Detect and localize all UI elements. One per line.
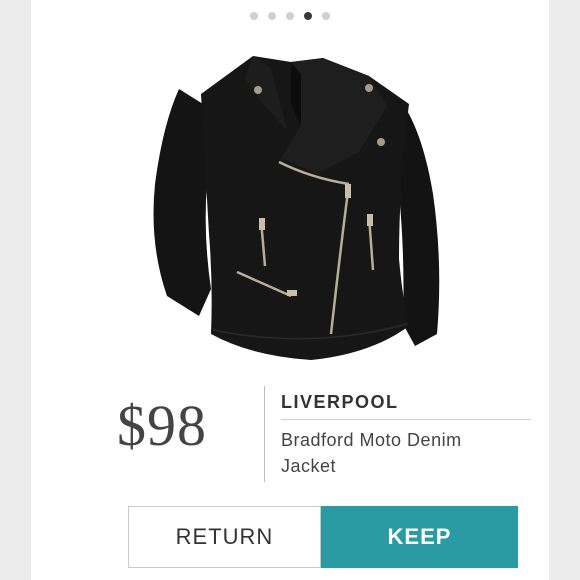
carousel-dot[interactable] xyxy=(268,12,276,20)
carousel-dot[interactable] xyxy=(322,12,330,20)
carousel-dot[interactable] xyxy=(286,12,294,20)
product-name: Bradford Moto Denim Jacket xyxy=(281,430,462,476)
divider-vertical xyxy=(264,386,265,482)
price: $98 xyxy=(117,393,207,458)
carousel-dots xyxy=(31,12,549,20)
carousel-dot[interactable] xyxy=(250,12,258,20)
brand-name: LIVERPOOL xyxy=(281,392,399,412)
return-button[interactable]: RETURN xyxy=(128,506,321,568)
carousel-dot-active[interactable] xyxy=(304,12,312,20)
keep-button[interactable]: KEEP xyxy=(321,506,518,568)
action-buttons: RETURN KEEP xyxy=(128,506,518,568)
jacket-image xyxy=(153,56,440,360)
divider-horizontal xyxy=(281,419,531,420)
product-card: $98 LIVERPOOL Bradford Moto Denim Jacket… xyxy=(31,0,549,580)
